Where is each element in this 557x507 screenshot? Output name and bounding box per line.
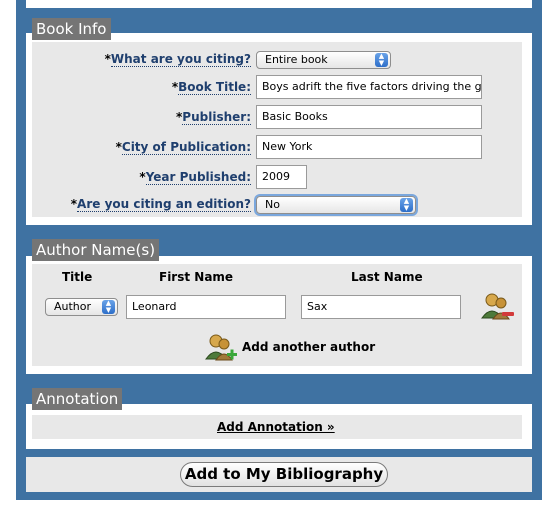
col-first-header: First Name — [159, 270, 234, 284]
updown-arrows-icon: ▲ ▼ — [400, 198, 413, 212]
citing-label-link[interactable]: What are you citing? — [110, 52, 251, 67]
author-title-value: Author — [54, 300, 92, 313]
updown-arrows-icon: ▲ ▼ — [102, 300, 115, 314]
city-label-link[interactable]: City of Publication: — [121, 140, 251, 155]
publisher-label: *Publisher: — [176, 107, 251, 127]
authors-title: Author Name(s) — [32, 239, 160, 261]
add-author-link[interactable]: Add another author — [242, 340, 375, 354]
edition-select-value: No — [265, 198, 280, 211]
annotation-title: Annotation — [32, 388, 123, 410]
book-info-title: Book Info — [32, 18, 111, 40]
edition-select[interactable]: No ▲ ▼ — [256, 196, 416, 214]
col-title-header: Title — [62, 270, 93, 284]
previous-section-edge — [26, 0, 532, 8]
year-label: *Year Published: — [139, 167, 251, 187]
book-title-input[interactable]: Boys adrift the five factors driving the… — [256, 75, 482, 99]
publisher-input[interactable]: Basic Books — [256, 105, 482, 129]
city-input[interactable]: New York — [256, 135, 482, 159]
add-to-bibliography-button[interactable]: Add to My Bibliography — [180, 462, 388, 487]
citing-select-value: Entire book — [265, 53, 328, 66]
author-title-select[interactable]: Author ▲ ▼ — [45, 298, 118, 316]
book-title-label: *Book Title: — [172, 77, 251, 97]
updown-arrows-icon: ▲ ▼ — [375, 53, 388, 67]
year-label-link[interactable]: Year Published: — [145, 170, 251, 185]
edition-label-link[interactable]: Are you citing an edition? — [77, 197, 251, 212]
publisher-label-link[interactable]: Publisher: — [182, 110, 251, 125]
city-label: *City of Publication: — [116, 137, 251, 157]
citing-select[interactable]: Entire book ▲ ▼ — [256, 51, 391, 69]
year-input[interactable]: 2009 — [256, 165, 307, 189]
first-name-input[interactable]: Leonard — [126, 295, 286, 319]
person-remove-icon[interactable] — [480, 292, 514, 320]
people-add-icon[interactable] — [204, 333, 238, 361]
add-annotation-link[interactable]: Add Annotation » — [217, 420, 335, 434]
required-mark: * — [139, 170, 146, 184]
required-mark: * — [115, 140, 122, 154]
last-name-input[interactable]: Sax — [301, 295, 461, 319]
citing-label: *What are you citing? — [105, 49, 251, 69]
col-last-header: Last Name — [351, 270, 423, 284]
edition-label: *Are you citing an edition? — [71, 194, 251, 214]
book-title-label-link[interactable]: Book Title: — [178, 80, 251, 95]
required-mark: * — [104, 52, 111, 66]
